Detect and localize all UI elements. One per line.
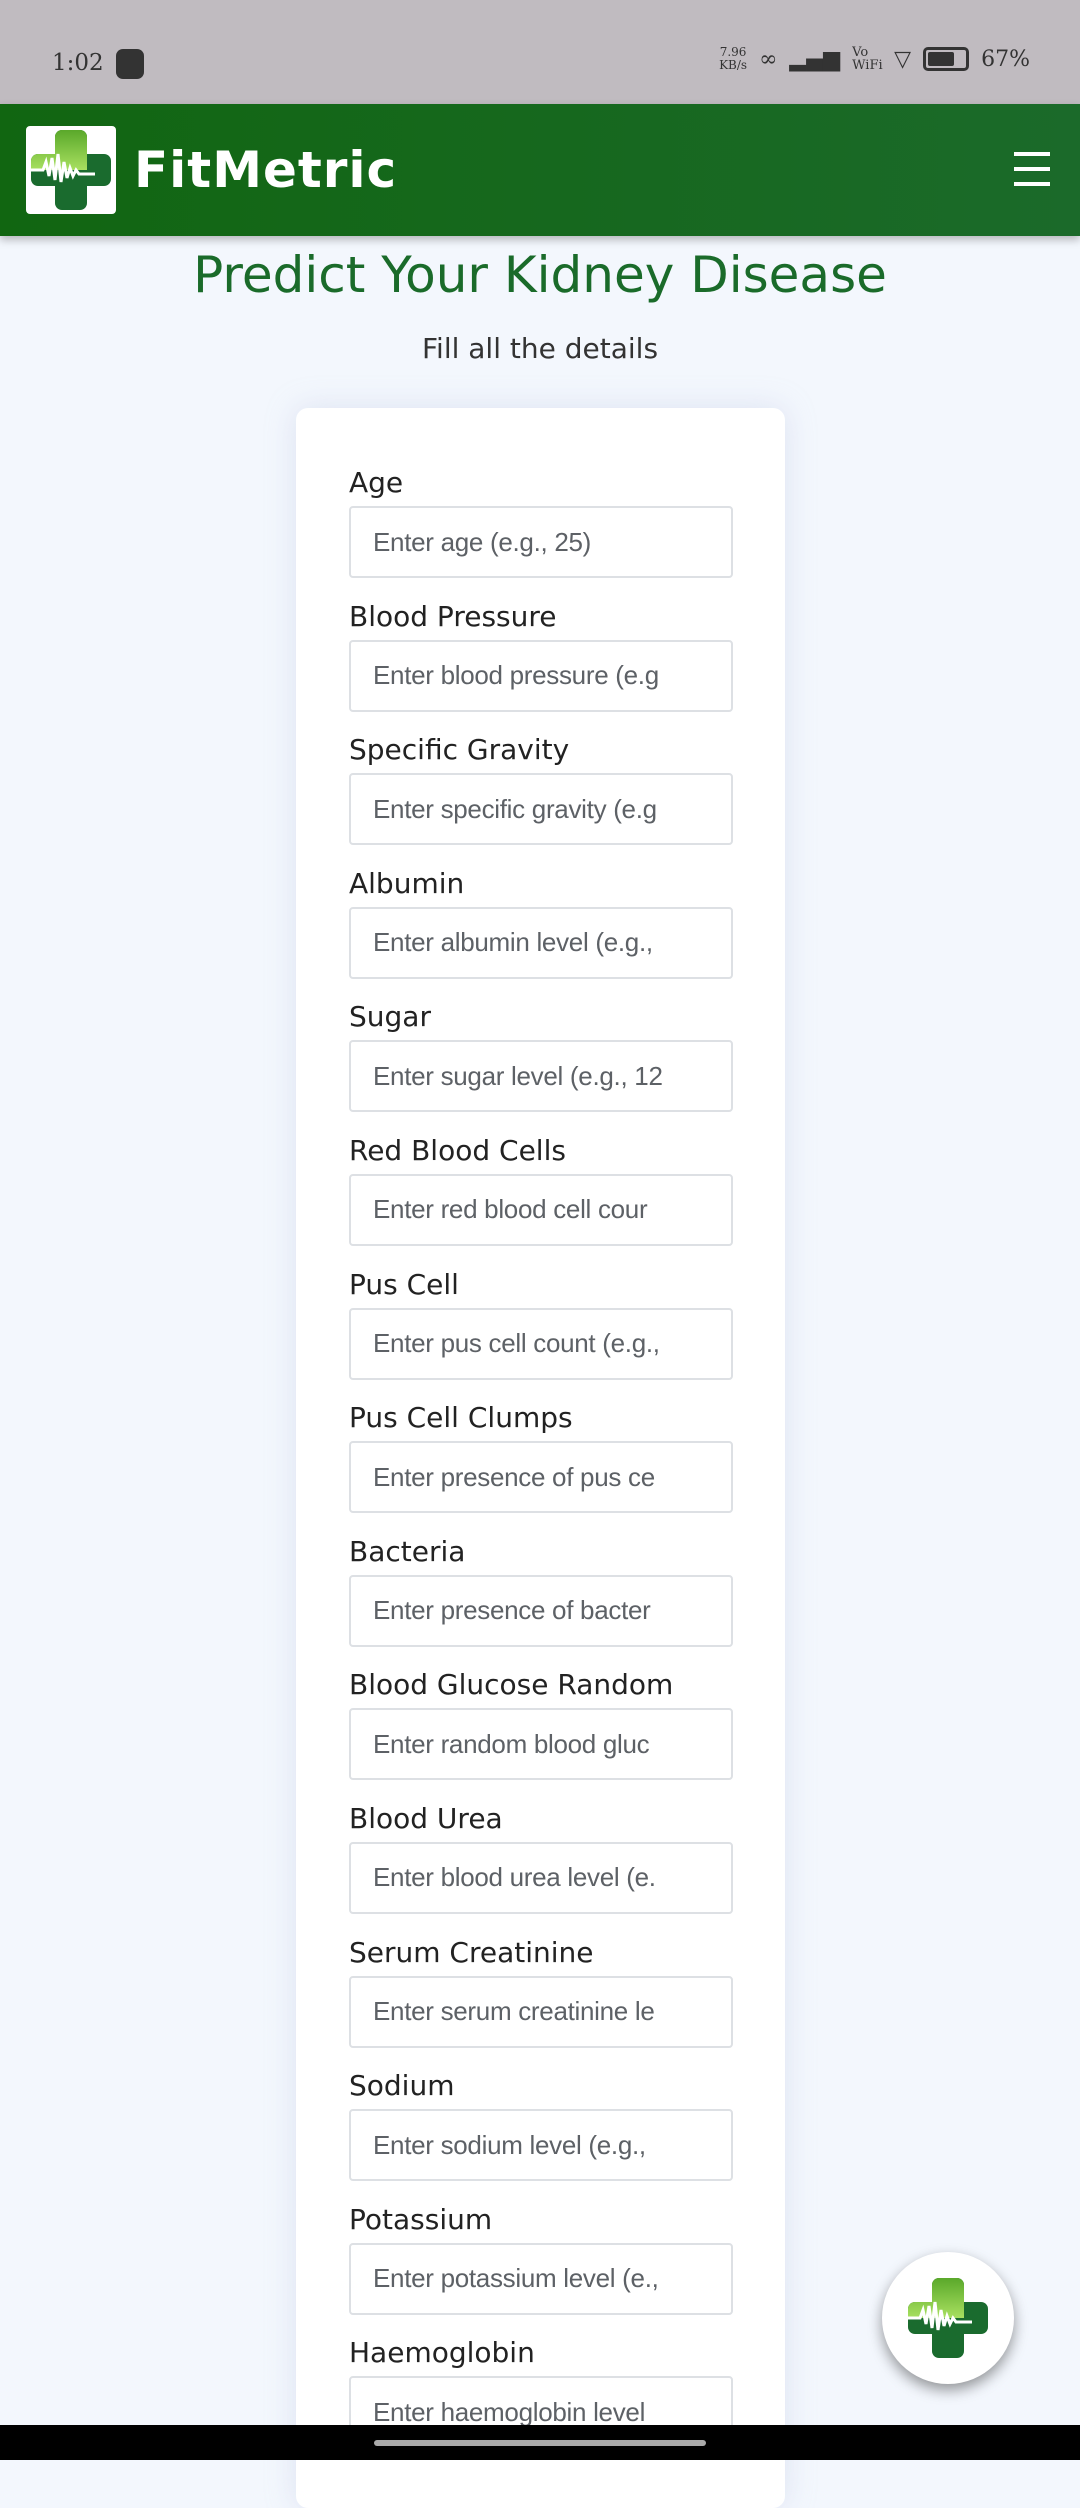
bacteria-label: Bacteria: [349, 1534, 466, 1568]
prediction-form: Age Enter age (e.g., 25) Blood Pressure Ent…: [296, 408, 785, 2508]
pus-cell-clumps-label: Pus Cell Clumps: [349, 1401, 573, 1435]
link-icon: ∞: [759, 46, 778, 72]
page-subtitle: Fill all the details: [421, 332, 659, 365]
notification-icon: [116, 49, 144, 79]
age-placeholder: Enter age (e.g., 25): [373, 526, 592, 557]
haemoglobin-placeholder: Enter haemoglobin level: [373, 2396, 646, 2427]
potassium-placeholder: Enter potassium level (e.,: [373, 2263, 659, 2294]
vowifi-icon: Vo WiFi: [852, 45, 883, 73]
form-field: Potassium Enter potassium level (e.,: [349, 2201, 785, 2335]
medical-cross-pulse-icon: [31, 130, 111, 210]
albumin-placeholder: Enter albumin level (e.g.,: [373, 927, 653, 958]
form-field: Sugar Enter sugar level (e.g., 12: [349, 998, 785, 1132]
serum-creatinine-placeholder: Enter serum creatinine le: [373, 1996, 655, 2027]
form-field: Sodium Enter sodium level (e.g.,: [349, 2067, 785, 2201]
form-field: Bacteria Enter presence of bacter: [349, 1533, 785, 1667]
blood-urea-placeholder: Enter blood urea level (e.: [373, 1862, 656, 1893]
sugar-input[interactable]: Enter sugar level (e.g., 12: [349, 1040, 733, 1113]
blood-glucose-random-input[interactable]: Enter random blood gluc: [349, 1708, 733, 1781]
form-field: Serum Creatinine Enter serum creatinine l…: [349, 1934, 785, 2068]
brand-name: FitMetric: [134, 141, 398, 199]
albumin-input[interactable]: Enter albumin level (e.g.,: [349, 906, 733, 979]
specific-gravity-label: Specific Gravity: [349, 733, 570, 767]
page-title: Predict Your Kidney Disease: [193, 246, 887, 304]
form-field: Blood Urea Enter blood urea level (e.: [349, 1800, 785, 1934]
red-blood-cells-input[interactable]: Enter red blood cell cour: [349, 1173, 733, 1246]
sodium-label: Sodium: [349, 2069, 455, 2103]
home-gesture-handle[interactable]: [374, 2440, 706, 2446]
sugar-placeholder: Enter sugar level (e.g., 12: [373, 1060, 663, 1091]
status-bar: 1:02 7.96 KB/s ∞ ▂▄▆ Vo WiFi ▽ 67%: [0, 0, 1080, 104]
form-field: Pus Cell Clumps Enter presence of pus ce: [349, 1399, 785, 1533]
form-field: Blood Pressure Enter blood pressure (e.g: [349, 598, 785, 732]
pus-cell-clumps-placeholder: Enter presence of pus ce: [373, 1461, 655, 1492]
sodium-placeholder: Enter sodium level (e.g.,: [373, 2129, 646, 2160]
serum-creatinine-label: Serum Creatinine: [349, 1935, 594, 1969]
sugar-label: Sugar: [349, 1000, 431, 1034]
sodium-input[interactable]: Enter sodium level (e.g.,: [349, 2109, 733, 2182]
red-blood-cells-placeholder: Enter red blood cell cour: [373, 1194, 648, 1225]
system-nav-bar: [0, 2425, 1080, 2460]
blood-pressure-input[interactable]: Enter blood pressure (e.g: [349, 639, 733, 712]
wifi-icon: ▽: [894, 46, 912, 72]
floating-logo-button[interactable]: [882, 2252, 1014, 2384]
serum-creatinine-input[interactable]: Enter serum creatinine le: [349, 1975, 733, 2048]
bacteria-placeholder: Enter presence of bacter: [373, 1595, 651, 1626]
form-field: Pus Cell Enter pus cell count (e.g.,: [349, 1266, 785, 1400]
blood-urea-label: Blood Urea: [349, 1801, 503, 1835]
form-field: Age Enter age (e.g., 25): [349, 464, 785, 598]
form-field: Blood Glucose Random Enter random blood g…: [349, 1666, 785, 1800]
hamburger-icon[interactable]: [1014, 152, 1050, 186]
form-field: Specific Gravity Enter specific gravity (…: [349, 731, 785, 865]
form-field: Albumin Enter albumin level (e.g.,: [349, 865, 785, 999]
red-blood-cells-label: Red Blood Cells: [349, 1133, 566, 1167]
blood-glucose-random-placeholder: Enter random blood gluc: [373, 1728, 650, 1759]
app-header: FitMetric: [0, 104, 1080, 236]
pus-cell-input[interactable]: Enter pus cell count (e.g.,: [349, 1307, 733, 1380]
battery-icon: [923, 47, 970, 71]
status-time: 1:02: [52, 50, 104, 76]
specific-gravity-placeholder: Enter specific gravity (e.g: [373, 793, 657, 824]
battery-percent: 67%: [981, 46, 1030, 72]
net-speed-unit: KB/s: [719, 58, 748, 72]
form-field: Red Blood Cells Enter red blood cell cour: [349, 1132, 785, 1266]
pus-cell-clumps-input[interactable]: Enter presence of pus ce: [349, 1441, 733, 1514]
blood-pressure-placeholder: Enter blood pressure (e.g: [373, 660, 659, 691]
blood-pressure-label: Blood Pressure: [349, 599, 557, 633]
specific-gravity-input[interactable]: Enter specific gravity (e.g: [349, 773, 733, 846]
network-speed: 7.96 KB/s: [719, 46, 747, 72]
blood-glucose-random-label: Blood Glucose Random: [349, 1668, 674, 1702]
haemoglobin-label: Haemoglobin: [349, 2336, 535, 2370]
age-label: Age: [349, 466, 404, 499]
signal-icon: ▂▄▆: [789, 46, 841, 72]
medical-cross-pulse-icon: [908, 2278, 988, 2358]
albumin-label: Albumin: [349, 866, 465, 900]
blood-urea-input[interactable]: Enter blood urea level (e.: [349, 1841, 733, 1914]
pus-cell-label: Pus Cell: [349, 1267, 459, 1301]
age-input[interactable]: Enter age (e.g., 25): [349, 506, 733, 578]
potassium-input[interactable]: Enter potassium level (e.,: [349, 2242, 733, 2315]
bacteria-input[interactable]: Enter presence of bacter: [349, 1574, 733, 1647]
potassium-label: Potassium: [349, 2202, 493, 2236]
fitmetric-logo[interactable]: [26, 126, 116, 214]
pus-cell-placeholder: Enter pus cell count (e.g.,: [373, 1328, 660, 1359]
